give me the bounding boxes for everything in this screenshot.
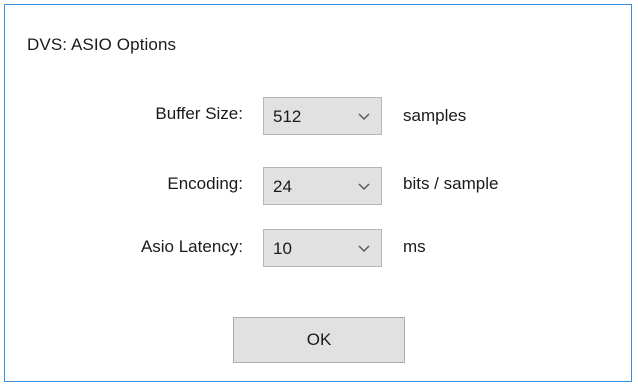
chevron-down-icon <box>358 245 370 252</box>
buffer-size-select[interactable]: 512 <box>263 97 382 135</box>
asio-latency-select[interactable]: 10 <box>263 229 382 267</box>
asio-latency-label: Asio Latency: <box>140 237 243 256</box>
asio-latency-value: 10 <box>273 239 292 258</box>
ok-button[interactable]: OK <box>233 317 405 363</box>
chevron-down-icon <box>358 113 370 120</box>
encoding-select[interactable]: 24 <box>263 167 382 205</box>
buffer-size-value: 512 <box>273 107 302 126</box>
buffer-size-unit: samples <box>403 106 467 125</box>
encoding-value: 24 <box>273 177 292 196</box>
buffer-size-label: Buffer Size: <box>155 104 243 123</box>
chevron-down-icon <box>358 183 370 190</box>
encoding-unit: bits / sample <box>403 174 499 193</box>
dialog-title: DVS: ASIO Options <box>27 35 177 54</box>
asio-latency-unit: ms <box>403 237 426 256</box>
asio-options-dialog: DVS: ASIO Options Buffer Size: 512 sampl… <box>4 4 632 382</box>
encoding-label: Encoding: <box>167 174 243 193</box>
